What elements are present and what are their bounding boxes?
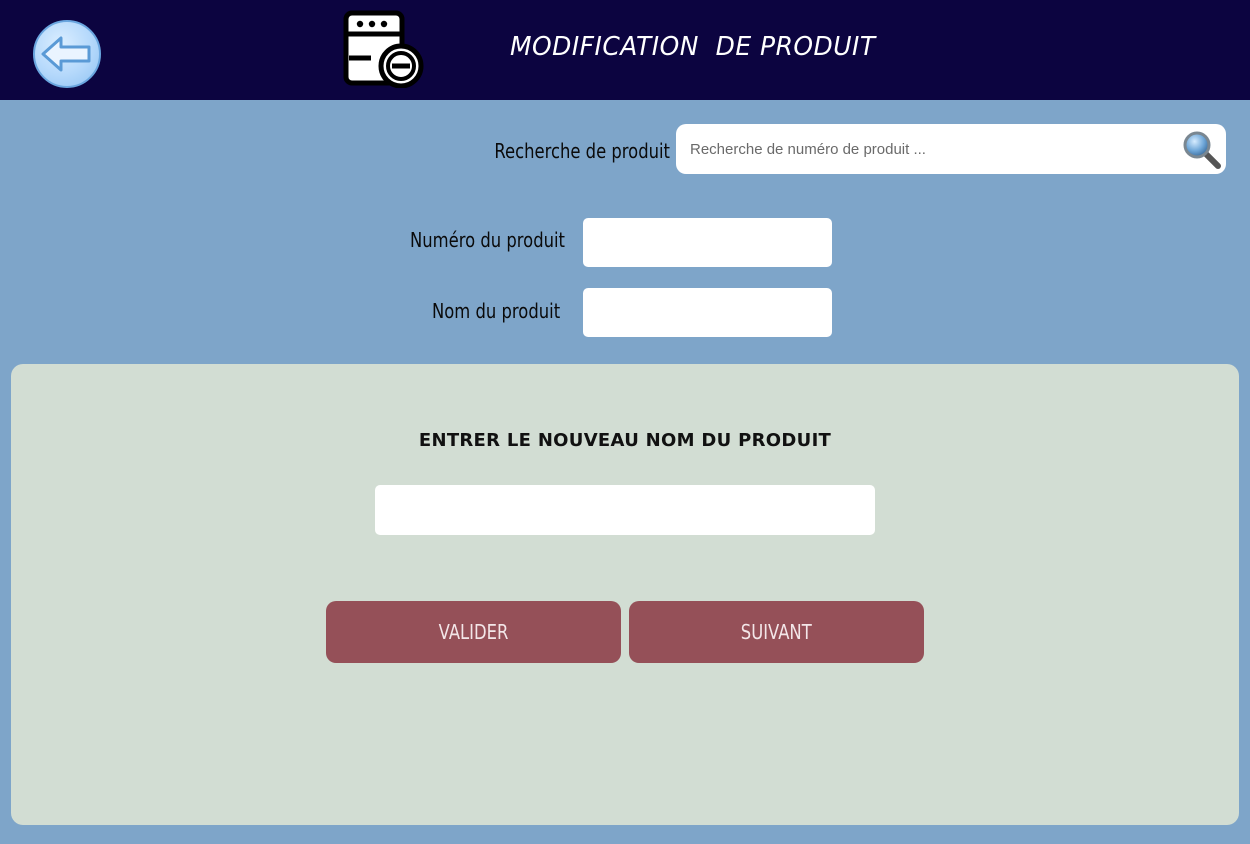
nom-produit-field[interactable] — [583, 288, 832, 337]
valider-button[interactable]: VALIDER — [326, 601, 621, 663]
search-box — [676, 124, 1226, 174]
suivant-button[interactable]: SUIVANT — [629, 601, 924, 663]
header-bar: MODIFICATION DE PRODUIT — [0, 0, 1250, 100]
valider-button-label: VALIDER — [438, 620, 509, 644]
new-name-field[interactable] — [375, 485, 875, 535]
page-title: MODIFICATION DE PRODUIT — [510, 32, 876, 62]
panel-title: ENTRER LE NOUVEAU NOM DU PRODUIT — [418, 430, 832, 451]
edit-panel: ENTRER LE NOUVEAU NOM DU PRODUIT VALIDER… — [11, 364, 1239, 825]
nom-produit-label: Nom du produit — [432, 299, 561, 323]
search-label: Recherche de produit — [494, 139, 670, 163]
product-remove-icon — [343, 10, 425, 89]
page: MODIFICATION DE PRODUIT Recherche de pro… — [0, 0, 1250, 844]
numero-produit-field[interactable] — [583, 218, 832, 267]
back-button[interactable] — [33, 20, 101, 88]
search-icon[interactable] — [1182, 130, 1222, 170]
back-arrow-icon — [41, 36, 91, 72]
suivant-button-label: SUIVANT — [741, 620, 812, 644]
numero-produit-label: Numéro du produit — [410, 228, 565, 252]
search-input[interactable] — [690, 124, 1170, 174]
